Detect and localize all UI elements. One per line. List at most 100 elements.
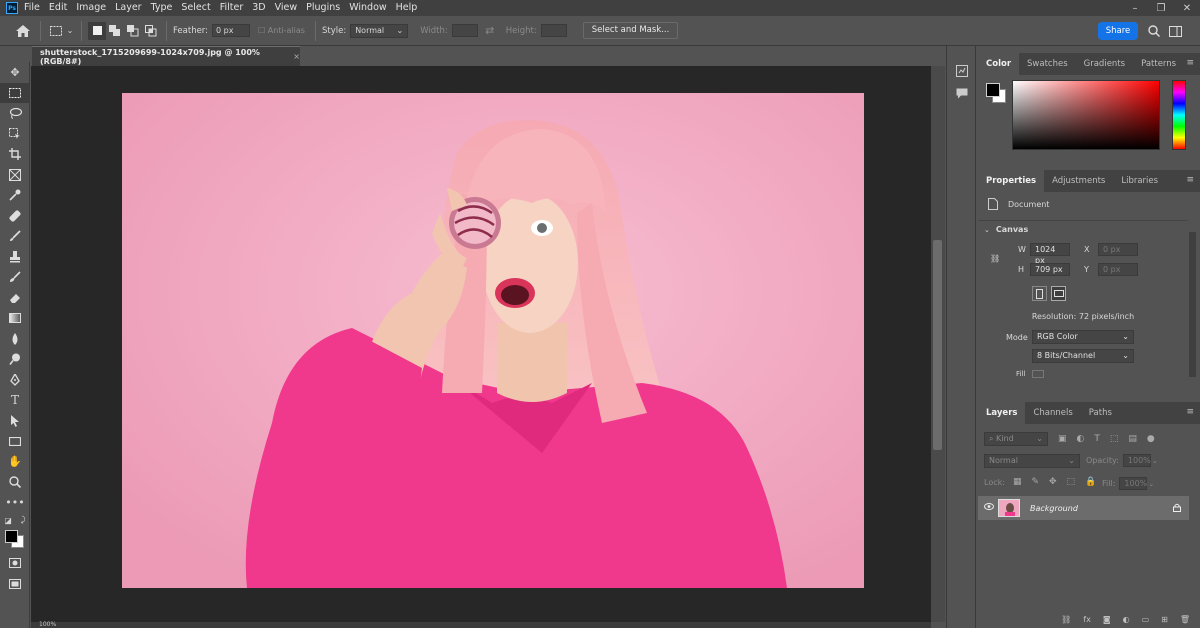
bit-depth-select[interactable]: 8 Bits/Channel ⌄: [1032, 349, 1134, 363]
new-group-icon[interactable]: ▭: [1142, 615, 1150, 628]
lock-transparent-icon[interactable]: ▦: [1013, 477, 1022, 487]
menu-edit[interactable]: Edit: [49, 0, 67, 16]
layer-mask-icon[interactable]: ◙: [1103, 615, 1111, 628]
pen-tool-icon[interactable]: [0, 370, 30, 391]
tab-color[interactable]: Color: [978, 53, 1020, 75]
new-selection-icon[interactable]: [88, 21, 106, 40]
intersect-selection-icon[interactable]: [142, 22, 160, 40]
tab-patterns[interactable]: Patterns: [1133, 53, 1184, 75]
add-to-selection-icon[interactable]: [106, 22, 124, 40]
trash-icon[interactable]: 🗑: [1180, 615, 1190, 628]
rectangular-marquee-tool-icon[interactable]: [0, 82, 30, 103]
tab-swatches[interactable]: Swatches: [1019, 53, 1076, 75]
subtract-from-selection-icon[interactable]: [124, 22, 142, 40]
menu-type[interactable]: Type: [151, 0, 173, 16]
layer-name[interactable]: Background: [1030, 504, 1078, 513]
object-selection-tool-icon[interactable]: [0, 124, 30, 145]
select-and-mask-button[interactable]: Select and Mask...: [582, 22, 679, 39]
chevron-down-icon[interactable]: ⌄: [1152, 457, 1158, 465]
eraser-tool-icon[interactable]: [0, 288, 30, 309]
gradient-tool-icon[interactable]: [0, 308, 30, 329]
zoom-level[interactable]: 100%: [39, 621, 56, 628]
layer-style-icon[interactable]: fx: [1083, 615, 1091, 628]
tab-channels[interactable]: Channels: [1025, 402, 1080, 424]
eyedropper-tool-icon[interactable]: [0, 185, 30, 206]
vertical-scrollbar-thumb[interactable]: [933, 240, 942, 450]
screen-mode-icon[interactable]: [0, 574, 30, 595]
tab-layers[interactable]: Layers: [978, 402, 1026, 424]
adjustment-layer-icon[interactable]: ◐: [1123, 615, 1130, 628]
swap-icon[interactable]: ⇄: [478, 22, 502, 40]
healing-brush-tool-icon[interactable]: [0, 206, 30, 227]
restore-button[interactable]: ❐: [1148, 0, 1174, 16]
smart-object-filter-icon[interactable]: ▤: [1128, 434, 1137, 444]
panel-menu-icon[interactable]: ≡: [1186, 58, 1194, 68]
properties-scrollbar[interactable]: [1189, 232, 1196, 377]
brush-tool-icon[interactable]: [0, 226, 30, 247]
search-icon[interactable]: [1145, 22, 1163, 40]
menu-file[interactable]: File: [24, 0, 40, 16]
menu-3d[interactable]: 3D: [252, 0, 265, 16]
close-icon[interactable]: ×: [293, 52, 300, 61]
menu-plugins[interactable]: Plugins: [306, 0, 340, 16]
quick-mask-icon[interactable]: [0, 553, 30, 574]
landscape-orientation-icon[interactable]: [1051, 286, 1066, 301]
lasso-tool-icon[interactable]: [0, 103, 30, 124]
path-selection-tool-icon[interactable]: [0, 411, 30, 432]
canvas-y-input[interactable]: 0 px: [1098, 263, 1138, 276]
canvas-height-input[interactable]: 709 px: [1030, 263, 1070, 276]
blend-mode-select[interactable]: Normal ⌄: [984, 454, 1080, 468]
foreground-color-swatch[interactable]: [5, 530, 18, 543]
clone-stamp-tool-icon[interactable]: [0, 247, 30, 268]
lock-icon[interactable]: [1173, 503, 1181, 514]
default-colors-icon[interactable]: ◪: [4, 516, 12, 525]
link-layers-icon[interactable]: ⛓: [1061, 615, 1071, 628]
menu-image[interactable]: Image: [76, 0, 106, 16]
layer-kind-filter[interactable]: ⌕ Kind ⌄: [984, 432, 1048, 446]
chevron-down-icon[interactable]: ⌄: [1148, 480, 1154, 488]
adjustment-filter-icon[interactable]: ◐: [1077, 434, 1085, 444]
blur-tool-icon[interactable]: [0, 329, 30, 350]
zoom-tool-icon[interactable]: [0, 472, 30, 493]
swap-colors-icon[interactable]: ⤸: [21, 515, 26, 525]
lock-image-icon[interactable]: ✎: [1031, 477, 1039, 487]
menu-filter[interactable]: Filter: [220, 0, 244, 16]
color-mode-select[interactable]: RGB Color ⌄: [1032, 330, 1134, 344]
lock-artboard-icon[interactable]: ⬚: [1067, 477, 1076, 487]
document-tab[interactable]: shutterstock_1715209699-1024x709.jpg @ 1…: [32, 46, 300, 66]
workspace-icon[interactable]: [1166, 22, 1184, 40]
tab-libraries[interactable]: Libraries: [1113, 170, 1166, 192]
minimize-button[interactable]: –: [1122, 0, 1148, 16]
move-tool-icon[interactable]: ✥: [0, 62, 30, 83]
panel-menu-icon[interactable]: ≡: [1186, 407, 1194, 417]
color-picker-field[interactable]: [1012, 80, 1160, 150]
menu-select[interactable]: Select: [181, 0, 210, 16]
eye-icon[interactable]: [984, 503, 994, 513]
link-icon[interactable]: ⛓: [990, 254, 1000, 263]
document-canvas[interactable]: [122, 93, 864, 588]
close-window-button[interactable]: ✕: [1174, 0, 1200, 16]
chevron-down-icon[interactable]: ⌄: [65, 22, 75, 40]
crop-tool-icon[interactable]: [0, 144, 30, 165]
tab-adjustments[interactable]: Adjustments: [1044, 170, 1113, 192]
more-tools-icon[interactable]: •••: [0, 493, 30, 514]
height-input[interactable]: [540, 24, 567, 37]
feather-input[interactable]: 0 px: [212, 24, 251, 37]
menu-layer[interactable]: Layer: [115, 0, 142, 16]
panel-menu-icon[interactable]: ≡: [1186, 175, 1194, 185]
history-panel-icon[interactable]: [947, 60, 977, 82]
dodge-tool-icon[interactable]: [0, 349, 30, 370]
history-brush-tool-icon[interactable]: [0, 267, 30, 288]
portrait-orientation-icon[interactable]: [1032, 286, 1047, 301]
menu-help[interactable]: Help: [396, 0, 418, 16]
lock-position-icon[interactable]: ✥: [1049, 477, 1057, 487]
rectangle-tool-icon[interactable]: [0, 431, 30, 452]
style-select[interactable]: Normal ⌄: [350, 23, 409, 38]
fill-swatch[interactable]: [1032, 370, 1044, 378]
tab-gradients[interactable]: Gradients: [1076, 53, 1133, 75]
shape-filter-icon[interactable]: ⬚: [1110, 434, 1119, 444]
menu-view[interactable]: View: [275, 0, 298, 16]
home-icon[interactable]: [12, 22, 34, 40]
fill-opacity-input[interactable]: 100%: [1119, 477, 1148, 490]
frame-tool-icon[interactable]: [0, 165, 30, 186]
